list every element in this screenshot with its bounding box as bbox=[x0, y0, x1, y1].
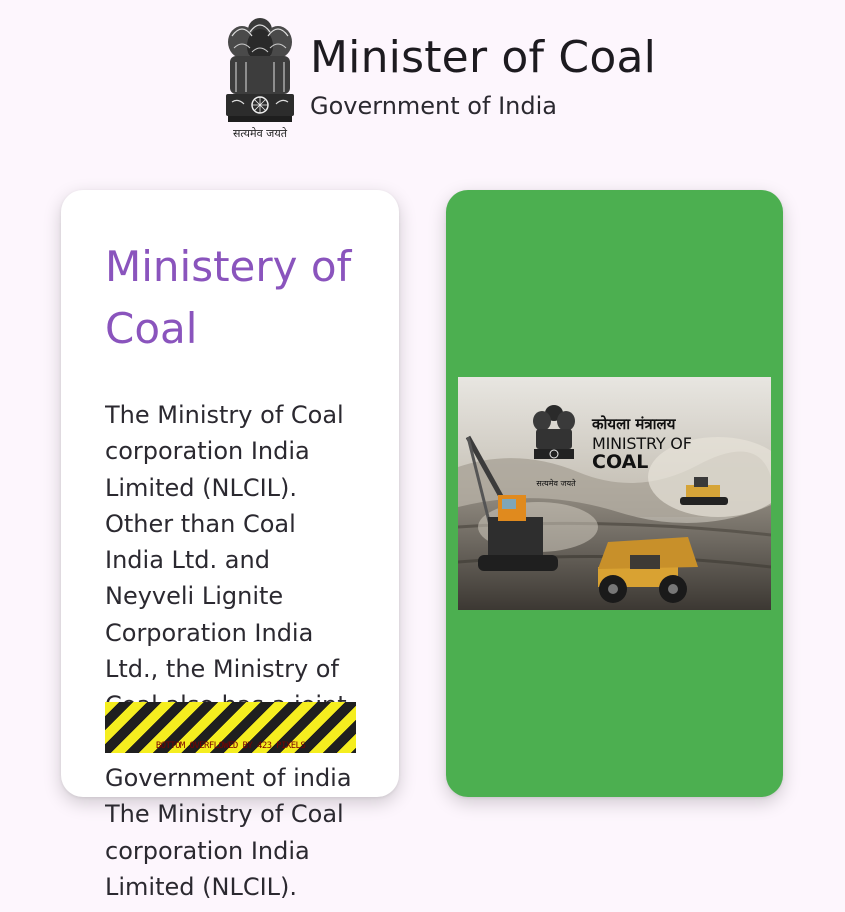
info-card-title: Ministery of Coal bbox=[105, 242, 352, 353]
mining-site-photo-icon bbox=[458, 377, 771, 610]
page-title: Minister of Coal bbox=[310, 32, 657, 83]
ashoka-emblem-icon bbox=[226, 18, 294, 122]
emblem-motto: सत्यमेव जयते bbox=[232, 127, 287, 140]
banner-emblem-motto: सत्यमेव जयते bbox=[536, 479, 576, 488]
info-card-body: The Ministry of Coal corporation India L… bbox=[105, 401, 352, 912]
banner-coal-text: COAL bbox=[592, 451, 649, 473]
page-subtitle: Government of India bbox=[310, 92, 557, 120]
banner-hindi-text: कोयला मंत्रालय bbox=[592, 415, 676, 433]
overflow-warning-label: BOTTOM OVERFLOWED BY 423 PIXELS bbox=[155, 741, 306, 751]
app-header: सत्यमेव जयते Minister of Coal Government… bbox=[222, 12, 656, 144]
